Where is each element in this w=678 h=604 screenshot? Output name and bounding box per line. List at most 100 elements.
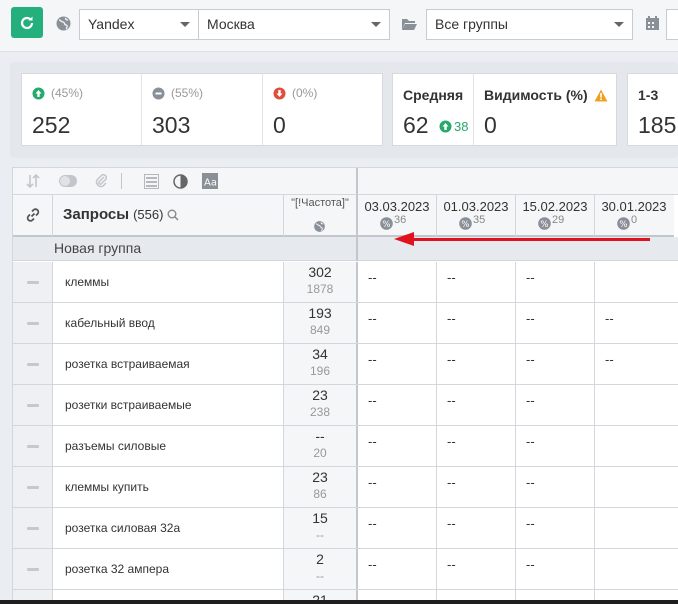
- position-cell[interactable]: --: [436, 385, 516, 425]
- paperclip-icon[interactable]: [93, 173, 109, 189]
- position-cell[interactable]: --: [356, 262, 436, 302]
- position-cell[interactable]: --: [515, 508, 595, 548]
- frequency-value: 23: [312, 469, 328, 485]
- refresh-button[interactable]: [11, 7, 43, 38]
- row-handle[interactable]: [13, 303, 53, 343]
- sort-icon[interactable]: [25, 173, 41, 189]
- stat-up-pct: (45%): [51, 86, 84, 100]
- table-view-icon[interactable]: [143, 173, 159, 189]
- stat-neutral[interactable]: (55%) 303: [142, 74, 262, 145]
- date-count: 29: [552, 214, 565, 226]
- position-cell[interactable]: --: [515, 426, 595, 466]
- position-cell[interactable]: [594, 467, 674, 507]
- row-handle[interactable]: [13, 549, 53, 589]
- position-cell[interactable]: --: [356, 508, 436, 548]
- query-cell[interactable]: клеммы: [53, 262, 284, 302]
- position-cell[interactable]: [594, 262, 674, 302]
- frequency-cell: 302 1878: [284, 262, 356, 302]
- contrast-icon[interactable]: [172, 173, 188, 189]
- date-count: 35: [473, 214, 486, 226]
- position-cell[interactable]: --: [356, 344, 436, 384]
- position-cell[interactable]: --: [356, 385, 436, 425]
- frequency-column-header[interactable]: "[!Частота]": [284, 195, 356, 237]
- date-column-header[interactable]: 03.03.2023 % 36: [356, 195, 436, 237]
- position-change-card: (45%) 252 (55%) 303 (0%) 0: [21, 73, 383, 146]
- query-cell[interactable]: кабельный ввод: [53, 303, 284, 343]
- toggle-icon[interactable]: [57, 173, 79, 189]
- position-cell[interactable]: [594, 426, 674, 466]
- position-cell[interactable]: --: [436, 508, 516, 548]
- table-row[interactable]: розетка силовая 32а 15 -- -- -- --: [13, 508, 678, 549]
- query-cell[interactable]: розетка силовая 32а: [53, 508, 284, 548]
- query-cell[interactable]: розетка 32 ампера: [53, 549, 284, 589]
- position-cell[interactable]: --: [515, 385, 595, 425]
- groups-select[interactable]: Все группы: [426, 9, 633, 40]
- table-row[interactable]: клеммы купить 23 86 -- -- --: [13, 467, 678, 508]
- stat-average[interactable]: Средняя 62 38: [393, 74, 473, 145]
- table-row[interactable]: розетка встраиваемая 34 196 -- -- -- --: [13, 344, 678, 385]
- row-handle[interactable]: [13, 426, 53, 466]
- table-row[interactable]: клеммы 302 1878 -- -- --: [13, 262, 678, 303]
- position-cell[interactable]: --: [436, 426, 516, 466]
- svg-text:%: %: [540, 220, 548, 230]
- row-handle[interactable]: [13, 508, 53, 548]
- date-column-header[interactable]: 01.03.2023 % 35: [436, 195, 516, 237]
- minus-icon: [26, 444, 39, 448]
- position-cell[interactable]: --: [594, 303, 674, 343]
- stat-top3[interactable]: 1-3 185: [628, 74, 678, 145]
- link-icon: [26, 208, 39, 222]
- date-column-header[interactable]: 15.02.2023 % 29: [515, 195, 595, 237]
- region-select[interactable]: Москва: [198, 9, 390, 40]
- search-engine-select[interactable]: Yandex: [79, 9, 199, 40]
- position-cell[interactable]: [594, 549, 674, 589]
- query-cell[interactable]: розетка встраиваемая: [53, 344, 284, 384]
- row-handle[interactable]: [13, 344, 53, 384]
- position-cell[interactable]: --: [356, 467, 436, 507]
- position-cell[interactable]: --: [436, 344, 516, 384]
- position-cell[interactable]: --: [436, 549, 516, 589]
- position-cell[interactable]: --: [436, 303, 516, 343]
- table-tools: Aa: [13, 168, 356, 195]
- search-icon[interactable]: [167, 209, 179, 221]
- position-cell[interactable]: [594, 385, 674, 425]
- position-cell[interactable]: --: [356, 303, 436, 343]
- position-cell[interactable]: --: [436, 467, 516, 507]
- table-row[interactable]: розетка 32 ампера 2 -- -- -- --: [13, 549, 678, 590]
- query-cell[interactable]: разъемы силовые: [53, 426, 284, 466]
- frequency-secondary: 20: [313, 446, 327, 460]
- table-row[interactable]: розетки встраиваемые 23 238 -- -- --: [13, 385, 678, 426]
- stat-up[interactable]: (45%) 252: [22, 74, 142, 145]
- position-cell[interactable]: --: [515, 549, 595, 589]
- globe-icon: [314, 221, 325, 232]
- query-cell[interactable]: розетки встраиваемые: [53, 385, 284, 425]
- row-handle[interactable]: [13, 385, 53, 425]
- position-cell[interactable]: --: [436, 262, 516, 302]
- table-row[interactable]: кабельный ввод 193 849 -- -- -- --: [13, 303, 678, 344]
- stat-visibility-value: 0: [484, 112, 497, 138]
- row-handle[interactable]: [13, 467, 53, 507]
- queries-column-header[interactable]: Запросы (556): [53, 195, 284, 237]
- position-cell[interactable]: --: [515, 303, 595, 343]
- position-cell[interactable]: --: [515, 344, 595, 384]
- position-cell[interactable]: --: [356, 549, 436, 589]
- query-cell[interactable]: клеммы купить: [53, 467, 284, 507]
- date-column-header[interactable]: 30.01.2023 % 0: [594, 195, 674, 237]
- position-cell[interactable]: --: [594, 344, 674, 384]
- table-row[interactable]: разъемы силовые -- 20 -- -- --: [13, 426, 678, 467]
- position-cell[interactable]: --: [515, 467, 595, 507]
- link-column-header[interactable]: [13, 195, 53, 237]
- stat-down[interactable]: (0%) 0: [263, 74, 383, 145]
- stat-visibility[interactable]: Видимость (%) 0: [474, 74, 616, 145]
- position-cell[interactable]: --: [515, 262, 595, 302]
- position-cell[interactable]: [594, 508, 674, 548]
- toolbar: Yandex Москва Все группы: [0, 0, 678, 52]
- date-range-select[interactable]: [666, 9, 678, 40]
- font-size-icon[interactable]: Aa: [202, 173, 218, 189]
- frequency-secondary: 1878: [306, 282, 334, 296]
- minus-icon: [26, 526, 39, 530]
- row-handle[interactable]: [13, 262, 53, 302]
- stat-neutral-pct: (55%): [171, 86, 204, 100]
- groups-value: Все группы: [435, 16, 508, 32]
- queries-label: Запросы: [63, 206, 130, 223]
- position-cell[interactable]: --: [356, 426, 436, 466]
